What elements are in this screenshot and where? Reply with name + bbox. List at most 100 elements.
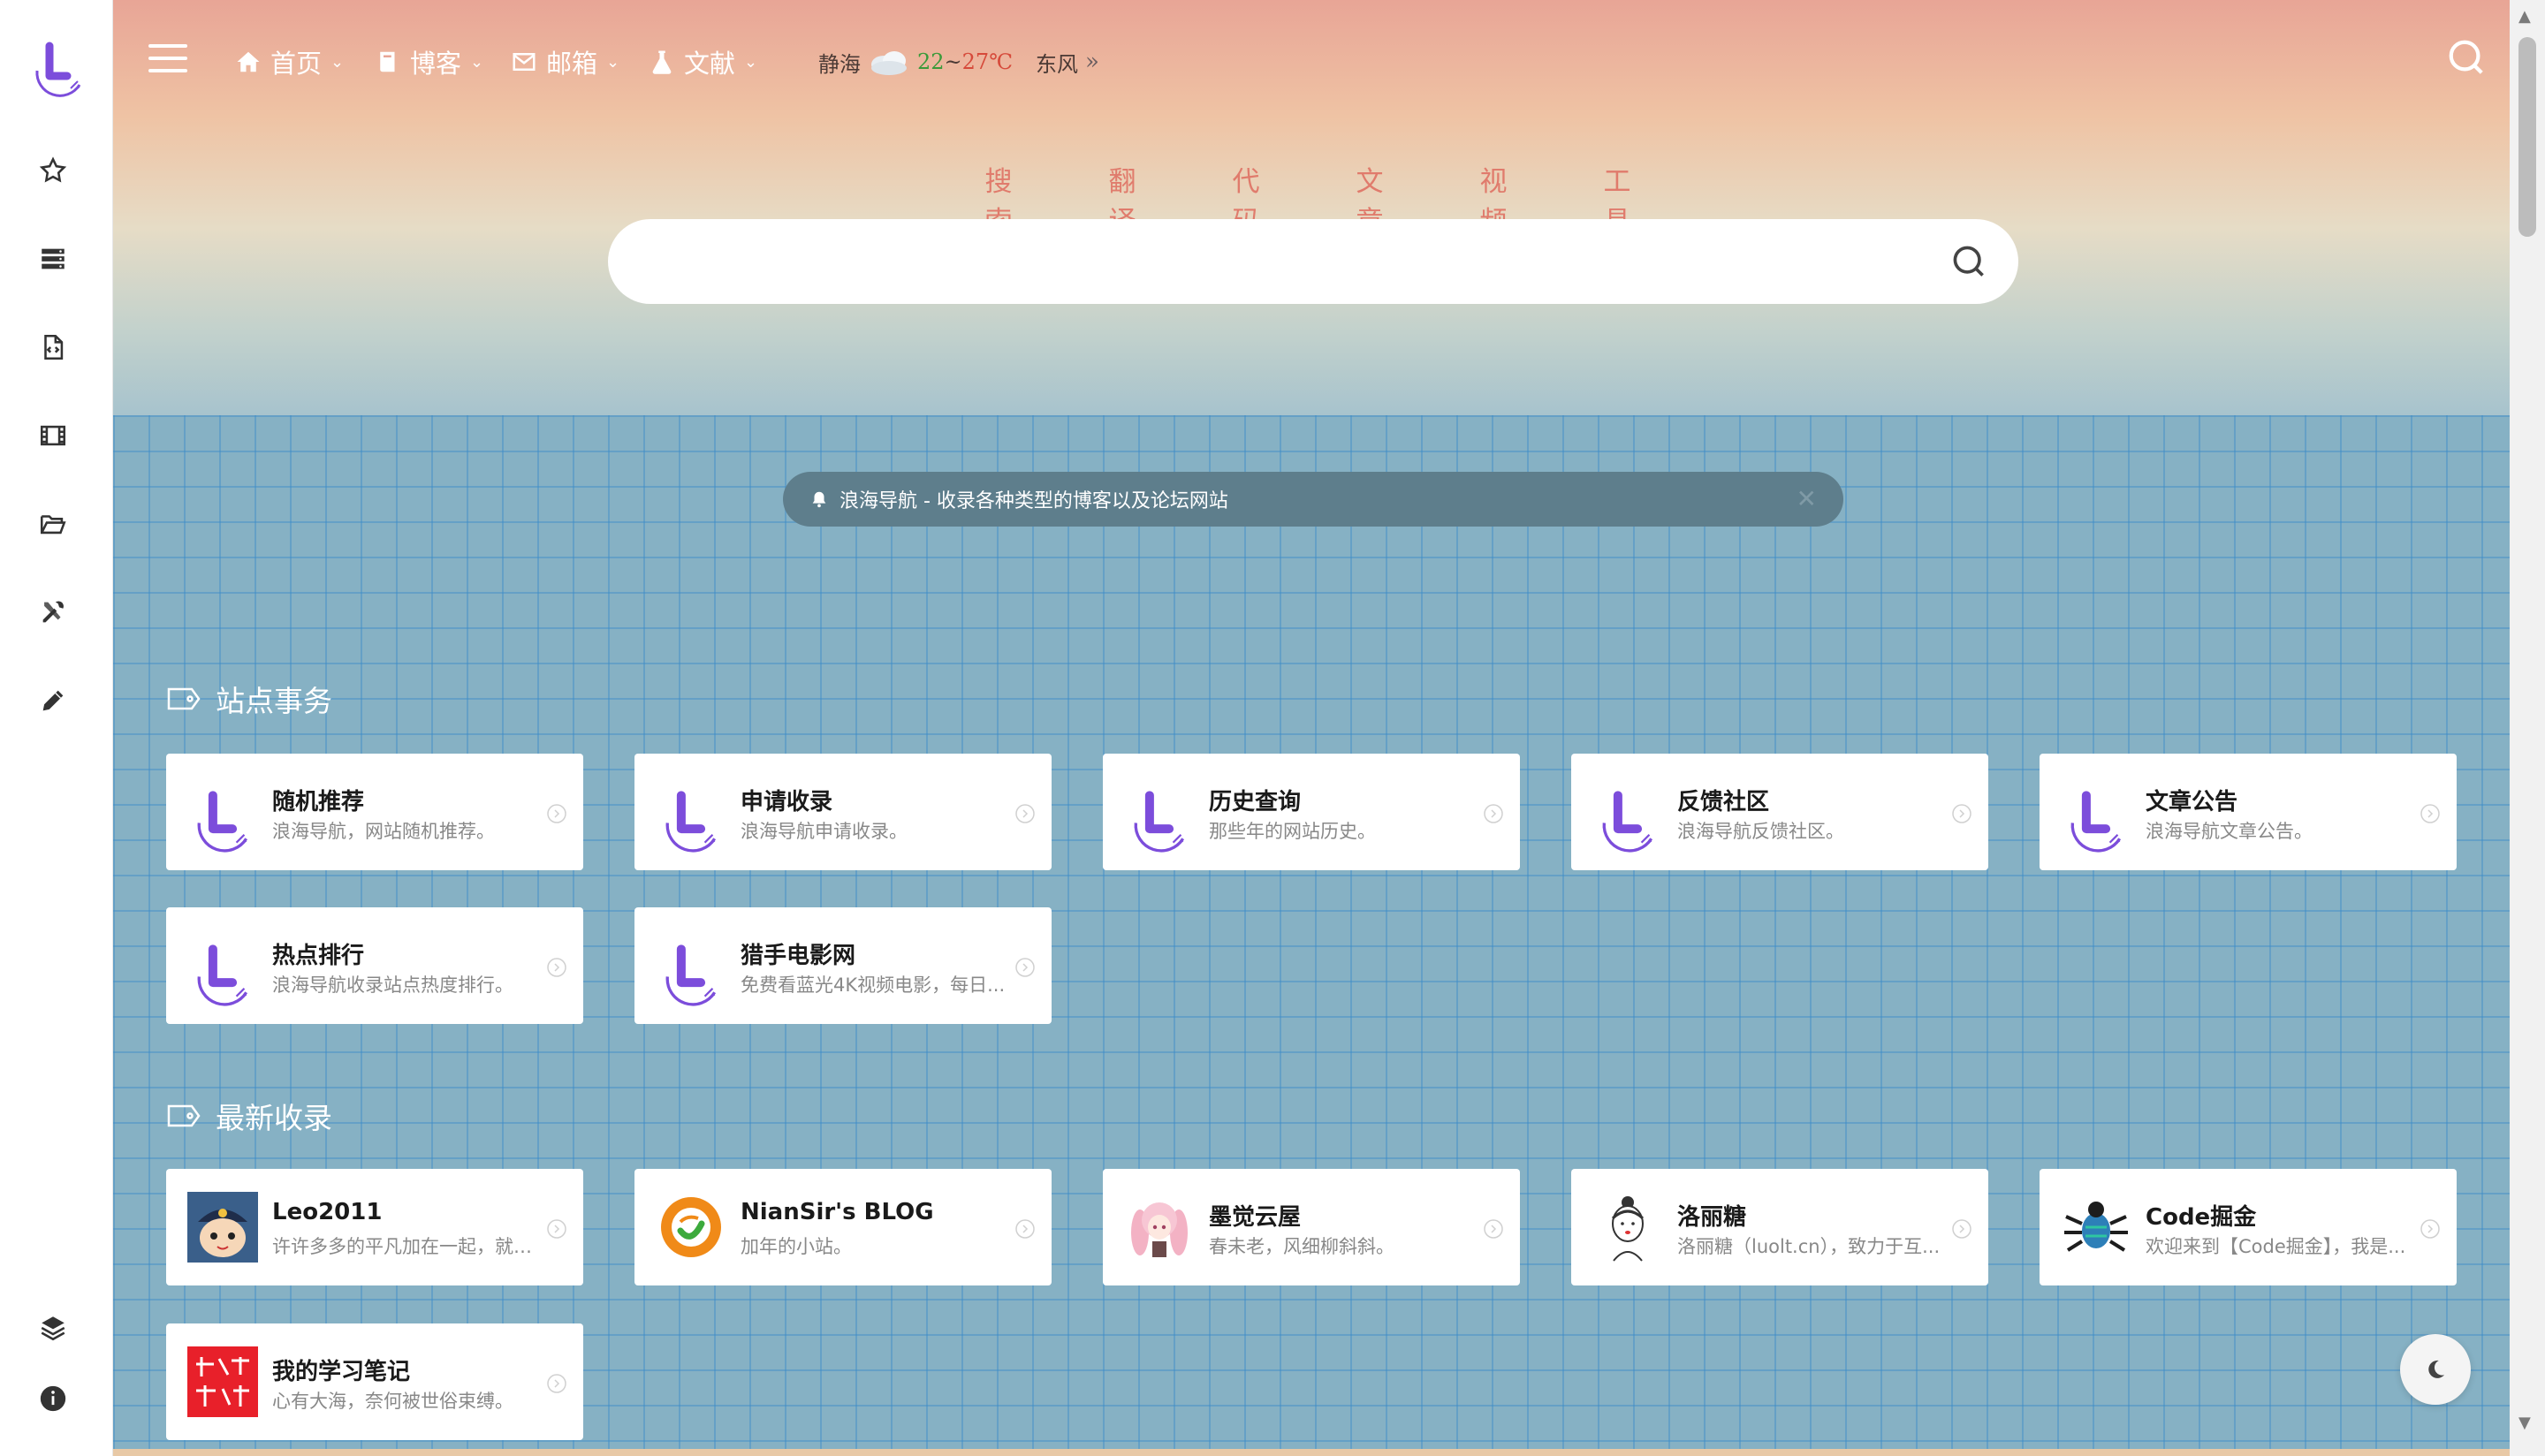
arrow-circle-right-icon bbox=[547, 804, 566, 823]
card-desc: 春未老，风细柳斜斜。 bbox=[1209, 1236, 1394, 1257]
card-desc: 免费看蓝光4K视频电影，每日... bbox=[741, 974, 1006, 996]
scrollbar-thumb[interactable] bbox=[2518, 37, 2536, 237]
card-hot-rank[interactable]: 热点排行 浪海导航收录站点热度排行。 bbox=[166, 907, 583, 1024]
card-mojue[interactable]: 墨觉云屋 春未老，风细柳斜斜。 bbox=[1103, 1169, 1520, 1285]
envelope-icon bbox=[513, 53, 536, 71]
card-code-juejin[interactable]: Code掘金 欢迎来到【Code掘金】，我是... bbox=[2040, 1169, 2457, 1285]
chevron-down-icon: ⌄ bbox=[606, 52, 620, 72]
pencil-icon[interactable] bbox=[35, 683, 71, 718]
card-desc: 许许多多的平凡加在一起，就成... bbox=[272, 1236, 537, 1257]
nav-blog[interactable]: 博客 ⌄ bbox=[375, 42, 483, 81]
wind-direction: 东风 bbox=[1036, 51, 1079, 77]
card-desc: 欢迎来到【Code掘金】，我是... bbox=[2146, 1236, 2406, 1257]
flask-icon bbox=[652, 50, 672, 74]
arrow-circle-right-icon bbox=[1015, 958, 1035, 977]
weather-widget[interactable]: 静海 22 ~ 27℃ 东风 » bbox=[818, 44, 1099, 80]
card-title: 我的学习笔记 bbox=[272, 1359, 411, 1385]
card-apply[interactable]: 申请收录 浪海导航申请收录。 bbox=[634, 754, 1052, 870]
bug-spider-icon bbox=[2064, 1202, 2128, 1252]
card-desc: 加年的小站。 bbox=[741, 1236, 852, 1257]
theme-toggle-button[interactable] bbox=[2400, 1334, 2471, 1405]
arrow-circle-right-icon bbox=[2420, 804, 2440, 823]
tag-icon bbox=[167, 687, 201, 710]
search-icon[interactable] bbox=[2446, 37, 2487, 78]
info-icon[interactable] bbox=[35, 1381, 71, 1416]
card-niansir[interactable]: NianSir's BLOG 加年的小站。 bbox=[634, 1169, 1052, 1285]
card-leo2011[interactable]: Leo2011 许许多多的平凡加在一起，就成... bbox=[166, 1169, 583, 1285]
site-logo-icon bbox=[1602, 791, 1653, 853]
card-desc: 浪海导航申请收录。 bbox=[741, 821, 908, 842]
card-title: Leo2011 bbox=[272, 1199, 383, 1225]
cloud-icon bbox=[871, 51, 907, 75]
film-icon[interactable] bbox=[35, 418, 71, 453]
close-icon[interactable]: ✕ bbox=[1797, 484, 1817, 513]
card-study-notes[interactable]: 我的学习笔记 心有大海，奈何被世俗束缚。 bbox=[166, 1323, 583, 1440]
arrow-circle-right-icon bbox=[1952, 1219, 1971, 1239]
section-site-title: 站点事务 bbox=[166, 679, 332, 719]
scroll-up-icon[interactable]: ▲ bbox=[2518, 7, 2531, 26]
card-history[interactable]: 历史查询 那些年的网站历史。 bbox=[1103, 754, 1520, 870]
card-desc: 那些年的网站历史。 bbox=[1209, 821, 1376, 842]
weather-city: 静海 bbox=[818, 51, 861, 77]
card-desc: 心有大海，奈何被世俗束缚。 bbox=[272, 1391, 513, 1412]
card-movie-site[interactable]: 猎手电影网 免费看蓝光4K视频电影，每日... bbox=[634, 907, 1052, 1024]
code-file-icon[interactable] bbox=[35, 330, 71, 365]
scroll-down-icon[interactable]: ▼ bbox=[2518, 1414, 2531, 1432]
card-desc: 洛丽糖（luolt.cn），致力于互... bbox=[1677, 1236, 1941, 1257]
site-logo-icon bbox=[1134, 791, 1185, 853]
police-avatar-icon bbox=[187, 1192, 258, 1263]
book-icon bbox=[380, 51, 395, 72]
search-input[interactable] bbox=[643, 235, 1925, 288]
arrow-circle-right-icon bbox=[2420, 1219, 2440, 1239]
server-icon[interactable] bbox=[35, 241, 71, 277]
menu-toggle-icon[interactable] bbox=[148, 44, 187, 78]
nav-mail[interactable]: 邮箱 ⌄ bbox=[511, 42, 619, 81]
search-submit-icon[interactable] bbox=[1949, 242, 1988, 281]
card-random[interactable]: 随机推荐 浪海导航，网站随机推荐。 bbox=[166, 754, 583, 870]
folder-open-icon[interactable] bbox=[35, 506, 71, 542]
layers-icon[interactable] bbox=[35, 1310, 71, 1346]
card-feedback[interactable]: 反馈社区 浪海导航反馈社区。 bbox=[1571, 754, 1988, 870]
temp-high: 27℃ bbox=[961, 49, 1014, 74]
card-desc: 浪海导航，网站随机推荐。 bbox=[272, 821, 495, 842]
red-calligraphy-logo-icon bbox=[187, 1346, 258, 1417]
temp-low: 22 bbox=[917, 49, 945, 74]
home-icon bbox=[237, 51, 260, 72]
card-title: 墨觉云屋 bbox=[1209, 1204, 1302, 1231]
sketch-girl-avatar-icon bbox=[1611, 1196, 1645, 1262]
notice-bar: 浪海导航 - 收录各种类型的博客以及论坛网站 ✕ bbox=[783, 472, 1843, 527]
arrow-circle-right-icon bbox=[547, 1374, 566, 1393]
card-desc: 浪海导航收录站点热度排行。 bbox=[272, 974, 513, 996]
card-announcement[interactable]: 文章公告 浪海导航文章公告。 bbox=[2040, 754, 2457, 870]
tag-icon bbox=[167, 1104, 201, 1127]
arrow-circle-right-icon bbox=[547, 1219, 566, 1239]
card-title: 申请收录 bbox=[741, 789, 833, 815]
tools-icon[interactable] bbox=[35, 595, 71, 630]
moon-icon bbox=[2428, 1360, 2444, 1378]
site-logo-icon bbox=[665, 791, 717, 853]
favorites-icon[interactable] bbox=[35, 153, 71, 188]
card-title: 随机推荐 bbox=[272, 789, 365, 815]
site-logo-icon bbox=[197, 791, 248, 853]
site-logo-icon bbox=[665, 944, 717, 1006]
site-logo-icon bbox=[2070, 791, 2122, 853]
chevron-down-icon: ⌄ bbox=[330, 52, 345, 72]
card-title: 猎手电影网 bbox=[741, 943, 856, 969]
nav-docs[interactable]: 文献 ⌄ bbox=[649, 42, 757, 81]
card-title: 洛丽糖 bbox=[1677, 1204, 1747, 1231]
notice-text: 浪海导航 - 收录各种类型的博客以及论坛网站 bbox=[839, 490, 1228, 512]
vertical-scrollbar[interactable]: ▲ ▼ bbox=[2510, 0, 2545, 1456]
arrow-circle-right-icon bbox=[1484, 804, 1503, 823]
card-desc: 浪海导航文章公告。 bbox=[2146, 821, 2313, 842]
site-logo[interactable] bbox=[27, 35, 90, 99]
arrow-circle-right-icon bbox=[1484, 1219, 1503, 1239]
card-desc: 浪海导航反馈社区。 bbox=[1677, 821, 1844, 842]
anime-girl-avatar-icon bbox=[1131, 1202, 1188, 1257]
arrow-circle-right-icon bbox=[547, 958, 566, 977]
nav-home[interactable]: 首页 ⌄ bbox=[235, 42, 344, 81]
card-title: 热点排行 bbox=[272, 943, 365, 969]
arrow-circle-right-icon bbox=[1015, 804, 1035, 823]
section-latest-title: 最新收录 bbox=[166, 1096, 332, 1136]
bell-icon bbox=[812, 491, 826, 508]
card-luolitang[interactable]: 洛丽糖 洛丽糖（luolt.cn），致力于互... bbox=[1571, 1169, 1988, 1285]
